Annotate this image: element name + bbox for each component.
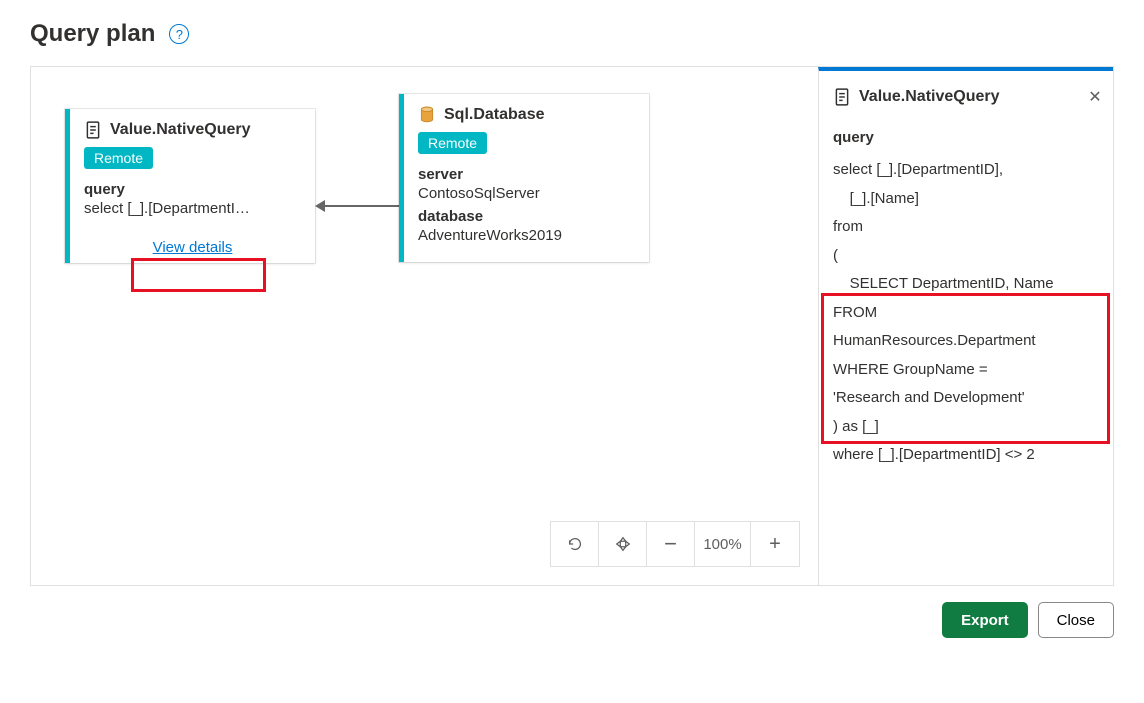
close-panel-button[interactable]: ✕ [1085,87,1105,107]
node-field-value: AdventureWorks2019 [418,227,635,244]
query-label: query [833,129,1105,146]
zoom-toolbar: − 100% + [550,521,800,567]
query-text: select [_].[DepartmentID], [_].[Name] fr… [833,156,1105,470]
database-icon [418,106,436,124]
remote-badge: Remote [418,132,487,154]
node-field-label: query [84,181,301,198]
document-icon [833,88,851,106]
node-header: Value.NativeQuery [84,121,301,139]
view-details-link[interactable]: View details [153,239,233,256]
node-field-value: ContosoSqlServer [418,185,635,202]
details-panel: Value.NativeQuery ✕ query select [_].[De… [818,67,1113,585]
node-title: Value.NativeQuery [110,121,251,139]
main-area: Value.NativeQuery Remote query select [_… [30,66,1114,586]
footer: Export Close [30,602,1114,638]
zoom-in-button[interactable]: + [751,522,799,566]
zoom-level: 100% [695,522,751,566]
query-plan-canvas[interactable]: Value.NativeQuery Remote query select [_… [31,67,818,585]
node-field-value: select [_].[DepartmentI… [84,200,301,217]
fit-view-button[interactable] [599,522,647,566]
node-title: Sql.Database [444,106,544,124]
panel-title: Value.NativeQuery [859,88,1077,106]
close-button[interactable]: Close [1038,602,1114,638]
node-sql-database[interactable]: Sql.Database Remote server ContosoSqlSer… [399,94,649,262]
node-header: Sql.Database [418,106,635,124]
node-field-label: server [418,166,635,183]
annotation-highlight [131,258,266,292]
connector-arrowhead-icon [315,200,325,212]
remote-badge: Remote [84,147,153,169]
node-field-label: database [418,208,635,225]
connector-line [324,205,399,207]
help-icon[interactable]: ? [169,24,189,44]
reset-view-button[interactable] [551,522,599,566]
zoom-out-button[interactable]: − [647,522,695,566]
node-value-nativequery[interactable]: Value.NativeQuery Remote query select [_… [65,109,315,263]
header: Query plan ? [30,20,1114,48]
export-button[interactable]: Export [942,602,1028,638]
document-icon [84,121,102,139]
page-title: Query plan [30,20,155,48]
